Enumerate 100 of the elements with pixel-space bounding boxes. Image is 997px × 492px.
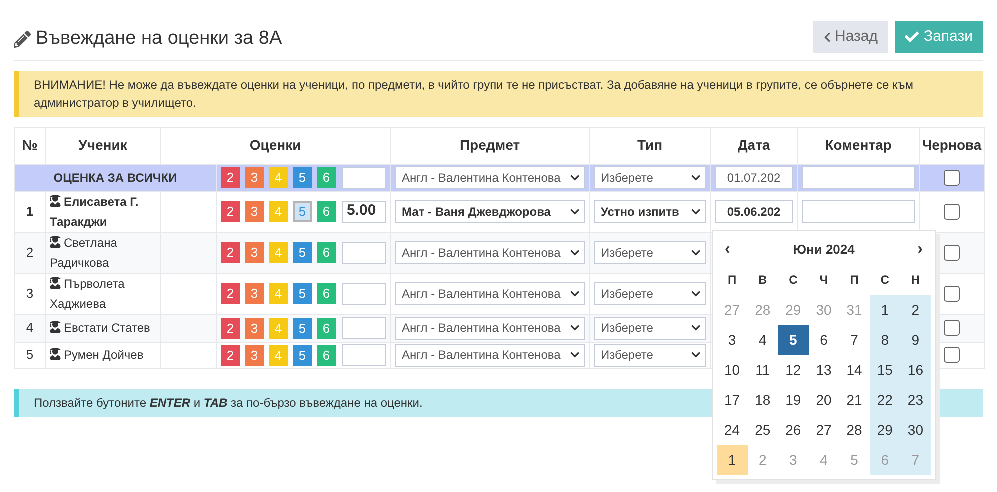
calendar-day[interactable]: 5 <box>778 325 809 355</box>
calendar-day[interactable]: 4 <box>748 325 778 355</box>
calendar-day[interactable]: 3 <box>717 325 748 355</box>
column-header: № <box>22 137 38 153</box>
draft-checkbox[interactable] <box>944 347 960 363</box>
calendar-day[interactable]: 24 <box>717 415 748 445</box>
comment-input[interactable] <box>802 200 916 223</box>
calendar-day[interactable]: 7 <box>839 325 870 355</box>
grade-input[interactable] <box>342 242 386 264</box>
calendar-day[interactable]: 18 <box>748 385 778 415</box>
calendar-day[interactable]: 17 <box>717 385 748 415</box>
student-icon <box>50 276 61 288</box>
grade-button[interactable]: 2 <box>221 167 240 188</box>
calendar-day[interactable]: 2 <box>900 295 931 325</box>
column-header: Ученик <box>78 137 128 153</box>
row-number: 1 <box>26 204 34 219</box>
pencil-icon <box>14 30 31 48</box>
chevron-icon <box>570 350 580 360</box>
calendar-day[interactable]: 22 <box>870 385 900 415</box>
chevron-icon <box>691 206 702 216</box>
calendar-day[interactable]: 14 <box>839 355 870 385</box>
student-name: Евстати Статев <box>50 321 150 335</box>
all-students-label: ОЦЕНКА ЗА ВСИЧКИ <box>54 170 178 185</box>
weekday-label: П <box>728 272 737 289</box>
chevron-icon <box>570 248 580 258</box>
calendar-day[interactable]: 6 <box>808 325 840 355</box>
row-number: 2 <box>26 244 34 260</box>
draft-checkbox[interactable] <box>944 286 960 302</box>
comment-input[interactable] <box>802 166 916 189</box>
calendar-day[interactable]: 25 <box>748 415 778 445</box>
calendar-day[interactable]: 23 <box>900 385 931 415</box>
grade-input[interactable] <box>342 344 386 366</box>
grade-input[interactable] <box>342 317 386 339</box>
weekday-label: В <box>758 272 768 289</box>
student-icon <box>50 348 61 360</box>
prev-month-button[interactable]: ‹ <box>725 238 730 262</box>
calendar-day[interactable]: 8 <box>870 325 900 355</box>
grade-input[interactable] <box>342 166 386 188</box>
type-dropdown[interactable]: Изберете <box>594 282 706 305</box>
column-header: Дата <box>738 137 770 153</box>
draft-checkbox[interactable] <box>944 204 960 220</box>
draft-checkbox[interactable] <box>944 244 960 260</box>
type-dropdown[interactable]: Изберете <box>594 241 706 264</box>
grade-input[interactable]: 5.00 <box>342 200 386 222</box>
student-icon <box>50 236 61 248</box>
student-name: Румен Дойчев <box>50 348 144 362</box>
grade-input[interactable] <box>342 282 386 304</box>
calendar-day[interactable]: 29 <box>870 415 900 445</box>
type-dropdown[interactable]: Изберете <box>594 316 706 340</box>
date-input[interactable]: 01.07.202 <box>715 166 794 189</box>
row-number: 4 <box>26 320 34 336</box>
page-title: Въвеждане на оценки за 8А <box>36 27 282 51</box>
type-dropdown[interactable]: Изберете <box>594 344 706 366</box>
warning-alert: ВНИМАНИЕ! Не може да въвеждате оценки на ученици, по предмети, в чийто групи те не присъстват. За добавяне на ученици в групите, се обърнете се към администратор в училището. <box>14 70 983 116</box>
grade-button[interactable]: 2 <box>221 283 240 304</box>
grade-button[interactable]: 2 <box>221 318 240 338</box>
calendar-day[interactable]: 10 <box>717 355 748 385</box>
row-number: 3 <box>26 286 34 301</box>
check-icon <box>905 30 920 44</box>
calendar-day[interactable]: 19 <box>778 385 809 415</box>
next-month-button[interactable]: › <box>918 238 923 262</box>
back-button[interactable]: Назад <box>813 21 888 53</box>
calendar-day[interactable]: 12 <box>778 355 809 385</box>
calendar-day[interactable]: 16 <box>900 355 931 385</box>
draft-checkbox[interactable] <box>944 320 960 336</box>
subject-dropdown[interactable]: Англ - Валентина Контенова <box>395 316 586 340</box>
calendar-day[interactable]: 30 <box>900 415 931 445</box>
chevron-icon <box>570 288 580 298</box>
date-input[interactable]: 05.06.202 <box>715 200 794 223</box>
type-dropdown[interactable]: Изберете <box>594 166 706 189</box>
subject-dropdown[interactable]: Мат - Ваня Джевджорова <box>395 200 586 223</box>
column-header: Коментар <box>825 137 892 153</box>
chevron-icon <box>570 206 580 216</box>
calendar-day[interactable]: 27 <box>808 415 840 445</box>
subject-dropdown[interactable]: Англ - Валентина Контенова <box>395 344 586 366</box>
subject-dropdown[interactable]: Англ - Валентина Контенова <box>395 241 586 264</box>
chevron-icon <box>570 172 580 182</box>
calendar-day[interactable]: 20 <box>808 385 840 415</box>
chevron-left-icon <box>823 32 832 42</box>
chevron-icon <box>691 288 702 298</box>
calendar-day[interactable]: 15 <box>870 355 900 385</box>
student-name: Първолета Хаджиева <box>50 276 125 310</box>
calendar-day[interactable]: 26 <box>778 415 809 445</box>
calendar-day[interactable]: 21 <box>839 385 870 415</box>
student-name: Светлана Радичкова <box>50 236 118 270</box>
draft-checkbox[interactable] <box>944 170 960 186</box>
student-name: Елисавета Г. Таракджи <box>50 194 139 228</box>
calendar-day[interactable]: 11 <box>748 355 778 385</box>
grade-button[interactable]: 2 <box>221 201 240 222</box>
calendar-day[interactable]: 9 <box>900 325 931 355</box>
calendar-day[interactable]: 1 <box>717 445 748 475</box>
subject-dropdown[interactable]: Англ - Валентина Контенова <box>395 282 586 305</box>
calendar-day[interactable]: 1 <box>870 295 900 325</box>
weekday-label: Ч <box>820 272 828 289</box>
type-dropdown[interactable]: Устно изпитв <box>594 200 706 223</box>
grade-button[interactable]: 2 <box>221 242 240 263</box>
calendar-day[interactable]: 13 <box>808 355 840 385</box>
grade-button[interactable]: 2 <box>221 344 240 366</box>
calendar-day[interactable]: 28 <box>839 415 870 445</box>
subject-dropdown[interactable]: Англ - Валентина Контенова <box>395 166 586 189</box>
